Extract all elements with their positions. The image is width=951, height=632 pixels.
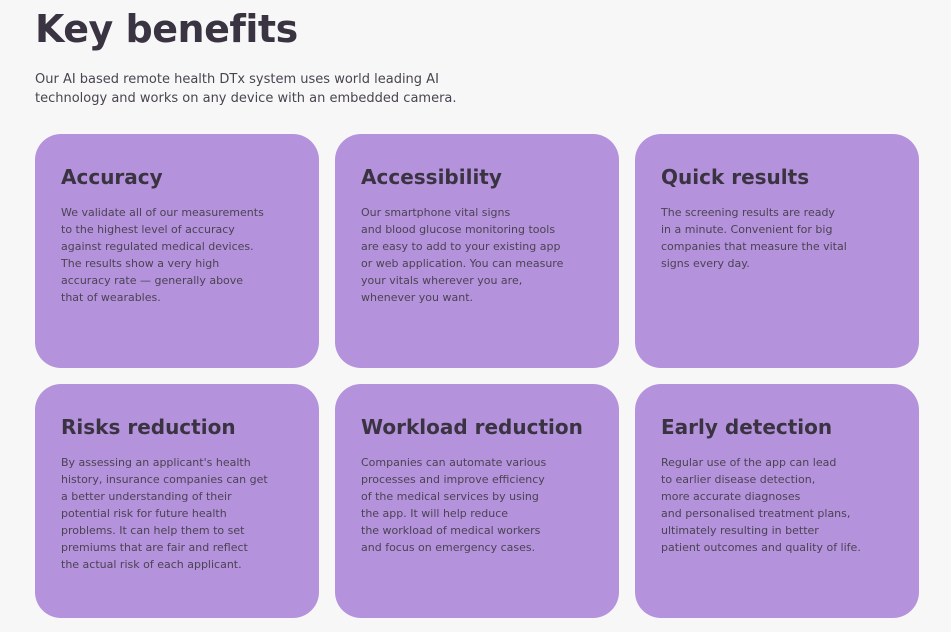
card-line: The results show a very high (61, 257, 220, 270)
card-line: more accurate diagnoses (661, 490, 801, 503)
card-line: and blood glucose monitoring tools (361, 223, 556, 236)
card-title: Early detection (661, 415, 833, 439)
card-line: a better understanding of their (61, 490, 232, 503)
card-description: Regular use of the app can lead to earli… (661, 454, 894, 556)
card-line: or web application. You can measure (361, 257, 564, 270)
card-line: to the highest level of accuracy (61, 223, 235, 236)
card-line: in a minute. Convenient for big (661, 223, 833, 236)
card-line: Our smartphone vital signs (361, 206, 511, 219)
benefit-card-accuracy: Accuracy We validate all of our measurem… (35, 134, 319, 368)
card-line: against regulated medical devices. (61, 240, 254, 253)
card-line: signs every day. (661, 257, 750, 270)
card-line: We validate all of our measurements (61, 206, 264, 219)
benefit-card-risks-reduction: Risks reduction By assessing an applican… (35, 384, 319, 618)
card-description: The screening results are ready in a min… (661, 204, 894, 272)
card-line: the workload of medical workers (361, 524, 541, 537)
card-line: premiums that are fair and reflect (61, 541, 248, 554)
card-title: Accessibility (361, 165, 502, 189)
card-line: your vitals wherever you are, (361, 274, 523, 287)
card-description: We validate all of our measurements to t… (61, 204, 294, 306)
benefit-card-accessibility: Accessibility Our smartphone vital signs… (335, 134, 619, 368)
card-line: and focus on emergency cases. (361, 541, 536, 554)
card-line: companies that measure the vital (661, 240, 847, 253)
benefits-grid: Accuracy We validate all of our measurem… (35, 134, 919, 618)
card-line: that of wearables. (61, 291, 161, 304)
key-benefits-section: Key benefits Our AI based remote health … (0, 0, 951, 632)
card-line: accuracy rate — generally above (61, 274, 244, 287)
card-line: Companies can automate various (361, 456, 547, 469)
card-line: The screening results are ready (661, 206, 835, 219)
card-line: the app. It will help reduce (361, 507, 509, 520)
card-title: Quick results (661, 165, 810, 189)
card-line: of the medical services by using (361, 490, 539, 503)
card-line: patient outcomes and quality of life. (661, 541, 861, 554)
card-line: the actual risk of each applicant. (61, 558, 242, 571)
card-line: problems. It can help them to set (61, 524, 245, 537)
intro-line: Our AI based remote health DTx system us… (35, 72, 439, 87)
card-line: and personalised treatment plans, (661, 507, 851, 520)
card-title: Accuracy (61, 165, 163, 189)
card-title: Workload reduction (361, 415, 583, 439)
card-line: potential risk for future health (61, 507, 227, 520)
card-line: whenever you want. (361, 291, 473, 304)
card-description: By assessing an applicant's health histo… (61, 454, 294, 573)
card-title: Risks reduction (61, 415, 236, 439)
card-description: Companies can automate various processes… (361, 454, 594, 556)
card-line: are easy to add to your existing app (361, 240, 561, 253)
card-line: ultimately resulting in better (661, 524, 819, 537)
intro-line: technology and works on any device with … (35, 91, 457, 106)
benefit-card-workload-reduction: Workload reduction Companies can automat… (335, 384, 619, 618)
card-line: Regular use of the app can lead (661, 456, 837, 469)
benefit-card-quick-results: Quick results The screening results are … (635, 134, 919, 368)
card-line: to earlier disease detection, (661, 473, 816, 486)
benefit-card-early-detection: Early detection Regular use of the app c… (635, 384, 919, 618)
card-description: Our smartphone vital signs and blood glu… (361, 204, 594, 306)
card-line: history, insurance companies can get (61, 473, 268, 486)
intro-paragraph: Our AI based remote health DTx system us… (35, 70, 555, 108)
card-line: processes and improve efficiency (361, 473, 545, 486)
page-title: Key benefits (35, 7, 298, 51)
card-line: By assessing an applicant's health (61, 456, 251, 469)
